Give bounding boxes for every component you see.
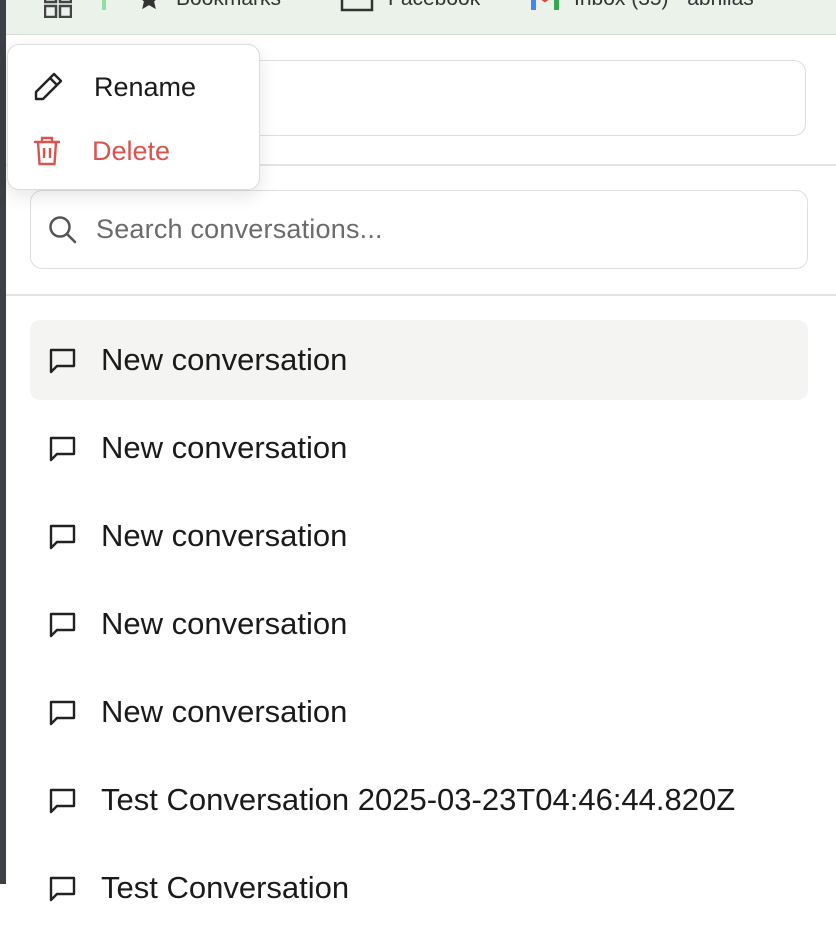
conversation-list: New conversation New conversation New co… xyxy=(30,320,808,936)
bookmark-bookmarks[interactable]: Bookmarks xyxy=(136,0,281,12)
message-square-icon xyxy=(49,436,76,461)
message-square-icon xyxy=(49,788,76,813)
bar-separator xyxy=(102,0,106,10)
conversation-item[interactable]: New conversation xyxy=(30,408,808,488)
search-input[interactable]: Search conversations... xyxy=(96,214,383,245)
conversation-item[interactable]: New conversation xyxy=(30,584,808,664)
conversation-title: Test Conversation 2025-03-23T04:46:44.82… xyxy=(101,782,736,817)
conversation-title: New conversation xyxy=(101,430,348,465)
gmail-icon xyxy=(531,0,559,10)
conversation-title: New conversation xyxy=(101,694,348,729)
message-square-icon xyxy=(49,700,76,725)
bookmark-inbox[interactable]: Inbox (35) - abhilas xyxy=(530,0,754,12)
conversation-item[interactable]: New conversation xyxy=(30,672,808,752)
message-square-icon xyxy=(49,524,76,549)
conversation-title: New conversation xyxy=(101,518,348,553)
rename-label: Rename xyxy=(94,71,197,102)
divider xyxy=(6,294,836,296)
message-square-icon xyxy=(49,348,76,373)
trash-icon xyxy=(33,136,61,166)
apps-grid-icon[interactable] xyxy=(43,0,73,23)
message-square-icon xyxy=(49,876,76,901)
bookmark-facebook[interactable]: Facebook xyxy=(340,0,480,12)
bookmark-label: Inbox (35) - abhilas xyxy=(574,0,754,11)
conversation-item[interactable]: Test Conversation 2025-03-23T04:46:44.82… xyxy=(30,760,808,840)
rename-menu-item[interactable]: Rename xyxy=(8,57,258,117)
conversation-title: Test Conversation xyxy=(101,870,350,905)
conversation-item[interactable]: New conversation xyxy=(30,320,808,400)
bookmarks-bar: Bookmarks Facebook Inbox (35) - abhilas xyxy=(6,0,836,35)
folder-icon xyxy=(340,0,374,12)
delete-menu-item[interactable]: Delete xyxy=(8,121,258,181)
pencil-icon xyxy=(34,72,63,101)
conversation-context-menu: Rename Delete xyxy=(7,44,260,190)
delete-label: Delete xyxy=(92,135,171,166)
bookmark-label: Bookmarks xyxy=(176,0,281,11)
star-icon xyxy=(142,0,156,10)
conversation-title: New conversation xyxy=(101,606,348,641)
conversation-item[interactable]: New conversation xyxy=(30,496,808,576)
conversation-title: New conversation xyxy=(101,342,348,377)
conversation-item[interactable]: Test Conversation xyxy=(30,848,808,928)
search-icon xyxy=(49,215,77,243)
message-square-icon xyxy=(49,612,76,637)
bookmark-label: Facebook xyxy=(388,0,480,11)
search-box[interactable]: Search conversations... xyxy=(30,190,808,269)
